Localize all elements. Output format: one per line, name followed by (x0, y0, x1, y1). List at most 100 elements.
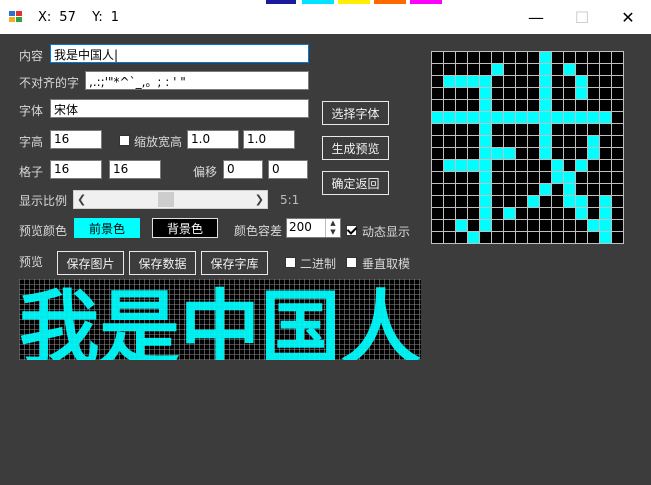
grid-width-input[interactable]: 16 (50, 160, 102, 179)
glyph-cell-off[interactable] (432, 76, 443, 87)
glyph-cell-off[interactable] (552, 76, 563, 87)
glyph-cell-off[interactable] (600, 100, 611, 111)
glyph-cell-on[interactable] (504, 148, 515, 159)
foreground-color-button[interactable]: 前景色 (74, 218, 140, 238)
glyph-cell-on[interactable] (588, 148, 599, 159)
glyph-cell-off[interactable] (528, 124, 539, 135)
glyph-cell-on[interactable] (480, 112, 491, 123)
glyph-cell-on[interactable] (540, 184, 551, 195)
save-font-library-button[interactable]: 保存字库 (201, 251, 268, 275)
glyph-cell-off[interactable] (612, 124, 623, 135)
glyph-cell-off[interactable] (504, 232, 515, 243)
glyph-cell-off[interactable] (444, 100, 455, 111)
glyph-cell-off[interactable] (528, 76, 539, 87)
glyph-cell-off[interactable] (612, 208, 623, 219)
glyph-cell-off[interactable] (492, 124, 503, 135)
glyph-cell-on[interactable] (528, 112, 539, 123)
glyph-cell-off[interactable] (456, 52, 467, 63)
glyph-cell-on[interactable] (600, 112, 611, 123)
glyph-cell-on[interactable] (588, 220, 599, 231)
glyph-cell-on[interactable] (480, 88, 491, 99)
glyph-cell-off[interactable] (516, 76, 527, 87)
vertical-sample-checkbox[interactable] (346, 257, 357, 268)
spin-up-icon[interactable]: ▲ (326, 219, 340, 228)
glyph-cell-off[interactable] (612, 112, 623, 123)
glyph-cell-off[interactable] (588, 124, 599, 135)
scale-width-input[interactable]: 1.0 (187, 130, 239, 149)
glyph-cell-off[interactable] (612, 184, 623, 195)
glyph-cell-off[interactable] (504, 184, 515, 195)
glyph-cell-off[interactable] (564, 76, 575, 87)
glyph-cell-on[interactable] (456, 76, 467, 87)
glyph-cell-on[interactable] (564, 196, 575, 207)
glyph-cell-on[interactable] (540, 64, 551, 75)
glyph-cell-on[interactable] (528, 196, 539, 207)
spin-down-icon[interactable]: ▼ (326, 228, 340, 237)
slider-thumb[interactable] (158, 192, 175, 207)
glyph-cell-off[interactable] (432, 184, 443, 195)
glyph-cell-on[interactable] (432, 112, 443, 123)
glyph-cell-off[interactable] (432, 124, 443, 135)
glyph-cell-off[interactable] (516, 64, 527, 75)
glyph-cell-on[interactable] (480, 136, 491, 147)
glyph-cell-off[interactable] (456, 208, 467, 219)
glyph-cell-off[interactable] (516, 52, 527, 63)
glyph-cell-on[interactable] (468, 76, 479, 87)
glyph-cell-off[interactable] (588, 76, 599, 87)
glyph-cell-off[interactable] (492, 220, 503, 231)
glyph-cell-off[interactable] (516, 184, 527, 195)
glyph-cell-off[interactable] (576, 64, 587, 75)
glyph-cell-off[interactable] (540, 172, 551, 183)
glyph-cell-off[interactable] (576, 172, 587, 183)
glyph-cell-on[interactable] (492, 64, 503, 75)
offset-x-input[interactable]: 0 (223, 160, 263, 179)
glyph-cell-off[interactable] (456, 88, 467, 99)
glyph-cell-on[interactable] (480, 76, 491, 87)
glyph-cell-off[interactable] (432, 220, 443, 231)
glyph-cell-on[interactable] (600, 232, 611, 243)
close-button[interactable]: ✕ (605, 0, 651, 34)
glyph-cell-on[interactable] (480, 196, 491, 207)
glyph-cell-off[interactable] (504, 100, 515, 111)
glyph-cell-off[interactable] (492, 52, 503, 63)
glyph-cell-off[interactable] (564, 100, 575, 111)
glyph-cell-off[interactable] (504, 136, 515, 147)
grid-height-input[interactable]: 16 (109, 160, 161, 179)
glyph-cell-on[interactable] (456, 160, 467, 171)
background-color-button[interactable]: 背景色 (152, 218, 218, 238)
color-tolerance-spinner[interactable]: 200 ▲ ▼ (286, 218, 341, 238)
glyph-cell-off[interactable] (504, 124, 515, 135)
glyph-cell-off[interactable] (456, 64, 467, 75)
glyph-cell-off[interactable] (468, 124, 479, 135)
glyph-cell-off[interactable] (492, 208, 503, 219)
glyph-cell-on[interactable] (540, 100, 551, 111)
glyph-cell-off[interactable] (468, 196, 479, 207)
glyph-cell-off[interactable] (564, 208, 575, 219)
glyph-cell-off[interactable] (528, 148, 539, 159)
glyph-cell-off[interactable] (612, 220, 623, 231)
glyph-cell-off[interactable] (468, 52, 479, 63)
glyph-cell-off[interactable] (444, 64, 455, 75)
glyph-cell-off[interactable] (564, 160, 575, 171)
glyph-cell-on[interactable] (480, 160, 491, 171)
glyph-cell-off[interactable] (528, 220, 539, 231)
glyph-cell-off[interactable] (540, 196, 551, 207)
glyph-cell-off[interactable] (432, 52, 443, 63)
glyph-bitmap-grid[interactable] (431, 51, 624, 244)
glyph-cell-off[interactable] (540, 160, 551, 171)
glyph-cell-off[interactable] (588, 160, 599, 171)
glyph-cell-off[interactable] (612, 76, 623, 87)
glyph-cell-off[interactable] (432, 160, 443, 171)
glyph-cell-off[interactable] (468, 64, 479, 75)
glyph-cell-off[interactable] (528, 88, 539, 99)
glyph-cell-off[interactable] (516, 220, 527, 231)
glyph-cell-off[interactable] (588, 100, 599, 111)
glyph-cell-on[interactable] (540, 112, 551, 123)
glyph-cell-on[interactable] (540, 148, 551, 159)
glyph-cell-off[interactable] (612, 64, 623, 75)
glyph-cell-off[interactable] (600, 184, 611, 195)
glyph-cell-off[interactable] (600, 88, 611, 99)
glyph-cell-off[interactable] (552, 52, 563, 63)
glyph-cell-on[interactable] (480, 184, 491, 195)
glyph-cell-off[interactable] (456, 196, 467, 207)
